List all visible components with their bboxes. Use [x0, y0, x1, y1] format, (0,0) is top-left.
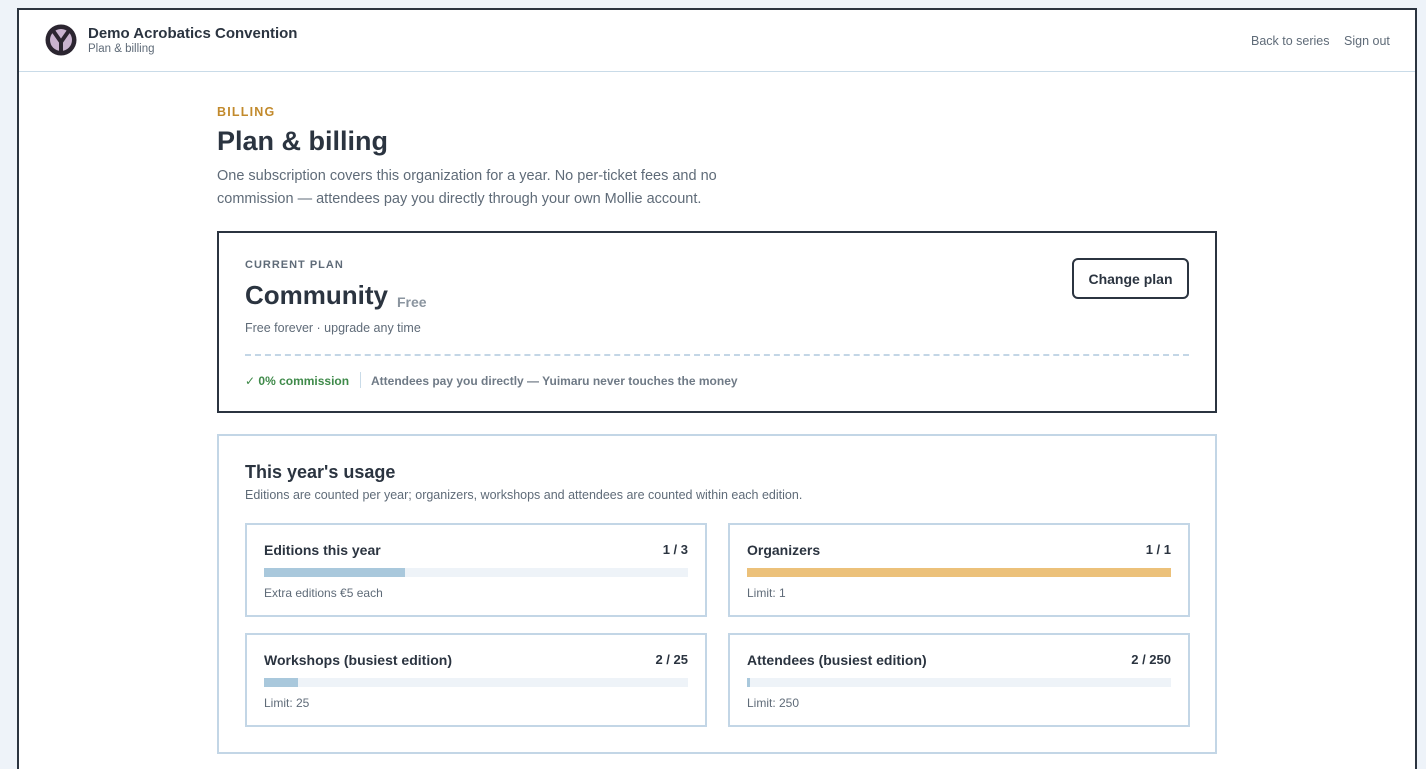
commission-note: Attendees pay you directly — Yuimaru nev…: [371, 374, 738, 388]
metric-note: Extra editions €5 each: [264, 586, 383, 600]
metric-note: Limit: 250: [747, 696, 800, 710]
top-bar: Demo Acrobatics Convention Plan & billin…: [19, 10, 1415, 72]
usage-title: This year's usage: [245, 462, 396, 482]
change-plan-button[interactable]: Change plan: [1072, 258, 1189, 299]
metric-label: Attendees (busiest edition): [747, 652, 927, 668]
usage-bar: [264, 568, 688, 577]
section-name: Plan & billing: [88, 43, 155, 55]
metric-editions: Editions this year 1 / 3 Extra editions …: [245, 523, 707, 617]
page-title: Plan & billing: [217, 126, 389, 156]
usage-subtitle: Editions are counted per year; organizer…: [245, 488, 803, 502]
plan-price: Free: [397, 294, 427, 310]
page-intro: One subscription covers this organizatio…: [217, 168, 717, 207]
metric-count: 1 / 1: [1145, 542, 1171, 557]
usage-card: This year's usage Editions are counted p…: [217, 434, 1217, 754]
usage-bar-fill: [264, 568, 406, 577]
page-eyebrow: BILLING: [217, 105, 276, 119]
org-logo-icon: [45, 24, 77, 56]
back-to-series-link[interactable]: Back to series: [1251, 34, 1330, 48]
org-name: Demo Acrobatics Convention: [88, 25, 298, 42]
metric-note: Limit: 1: [747, 586, 786, 600]
metric-label: Editions this year: [264, 542, 381, 558]
metric-label: Workshops (busiest edition): [264, 652, 452, 668]
metric-count: 1 / 3: [662, 542, 688, 557]
usage-bar-fill: [264, 678, 298, 687]
plan-name: Community: [245, 280, 388, 310]
metric-organizers: Organizers 1 / 1 Limit: 1: [728, 523, 1190, 617]
metric-count: 2 / 25: [655, 652, 688, 667]
usage-bar: [264, 678, 688, 687]
metric-note: Limit: 25: [264, 696, 310, 710]
metric-count: 2 / 250: [1131, 652, 1171, 667]
usage-bar-fill: [747, 678, 751, 687]
metric-attendees: Attendees (busiest edition) 2 / 250 Limi…: [728, 633, 1190, 727]
plan-note: Free forever · upgrade any time: [245, 321, 421, 335]
current-plan-card: CURRENT PLAN Community Free Free forever…: [217, 231, 1217, 413]
app-frame: Demo Acrobatics Convention Plan & billin…: [17, 8, 1417, 769]
sign-out-link[interactable]: Sign out: [1344, 34, 1390, 48]
dashed-divider: [245, 354, 1189, 356]
vertical-separator: [360, 372, 361, 388]
usage-bar-fill: [747, 568, 1171, 577]
metric-workshops: Workshops (busiest edition) 2 / 25 Limit…: [245, 633, 707, 727]
usage-bar: [747, 568, 1171, 577]
commission-badge: ✓ 0% commission: [245, 374, 350, 388]
metric-label: Organizers: [747, 542, 821, 558]
plan-eyebrow: CURRENT PLAN: [245, 259, 344, 271]
usage-bar: [747, 678, 1171, 687]
